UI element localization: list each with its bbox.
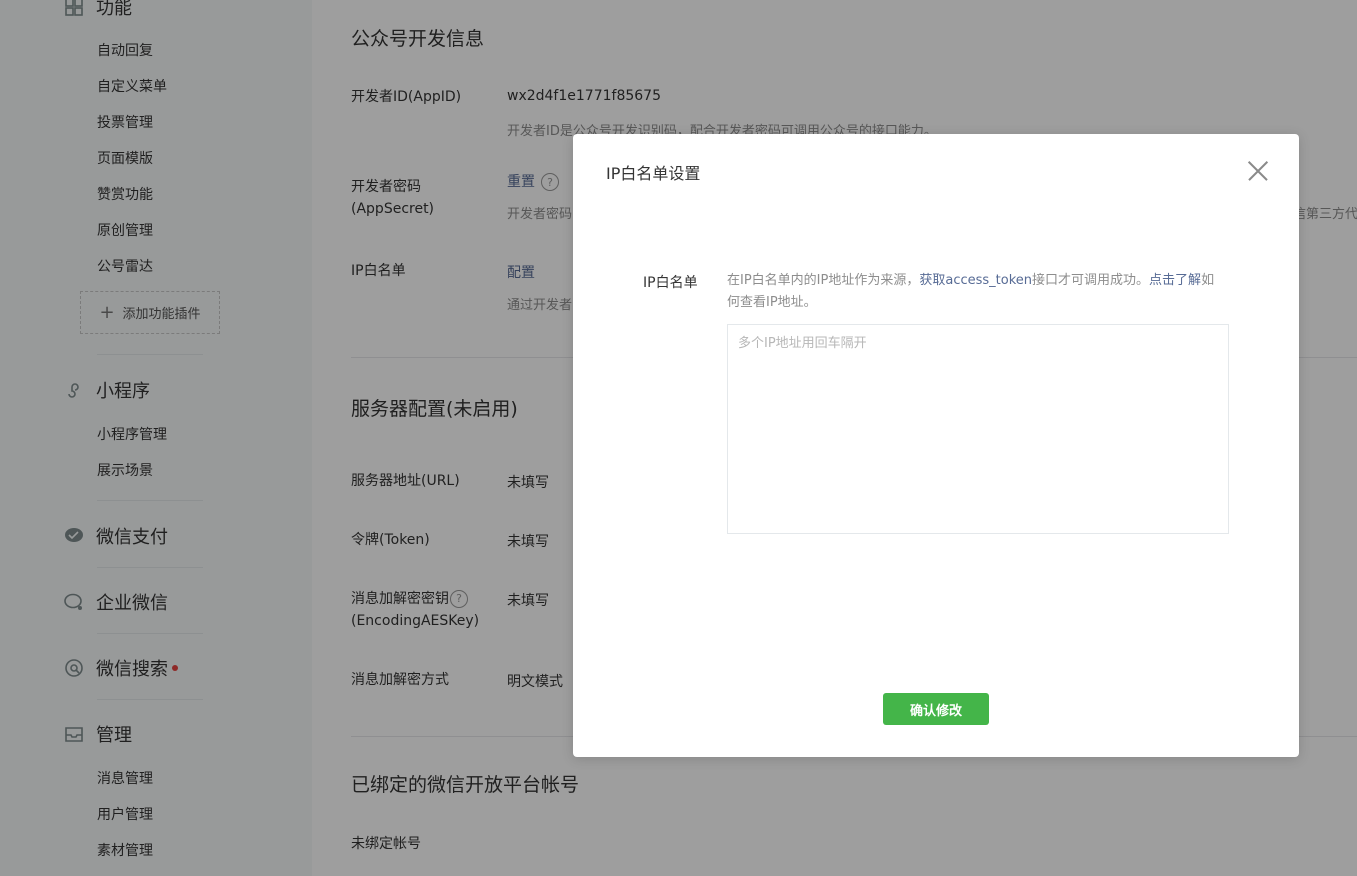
close-icon[interactable]	[1247, 160, 1269, 182]
tip-text: 在IP白名单内的IP地址作为来源，	[727, 273, 920, 288]
ip-whitelist-dialog: IP白名单设置 IP白名单 在IP白名单内的IP地址作为来源，获取access_…	[573, 134, 1299, 757]
ip-whitelist-textarea[interactable]	[727, 324, 1229, 534]
tip-text: 接口才可调用成功。	[1032, 273, 1150, 288]
dialog-field-label: IP白名单	[643, 275, 698, 291]
learn-more-link[interactable]: 点击了解	[1149, 273, 1201, 288]
access-token-link[interactable]: 获取access_token	[919, 273, 1032, 288]
confirm-button[interactable]: 确认修改	[883, 693, 989, 725]
dialog-tip: 在IP白名单内的IP地址作为来源，获取access_token接口才可调用成功。…	[727, 270, 1227, 314]
dialog-title: IP白名单设置	[606, 164, 701, 183]
